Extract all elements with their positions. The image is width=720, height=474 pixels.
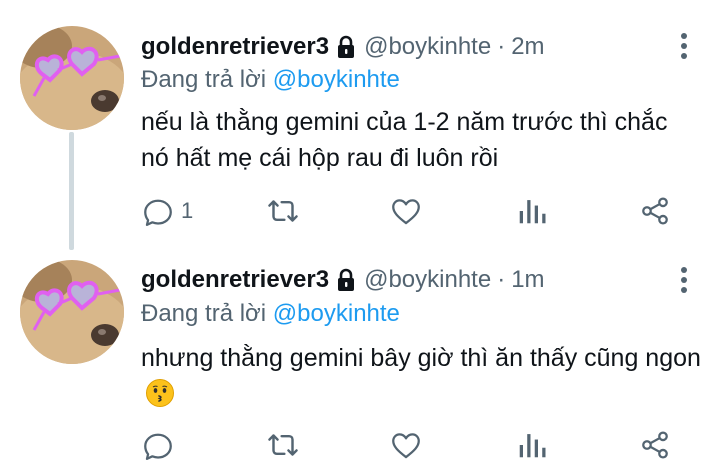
tweet-header: goldenretriever3 @boykinhte · 1m [141,263,545,297]
more-vertical-icon[interactable] [678,30,690,62]
reply-icon [144,199,172,227]
handle[interactable]: @boykinhte [364,33,491,61]
avatar[interactable] [20,260,124,364]
tweet-text: nhưng thằng gemini bây giờ thì ăn thấy c… [141,340,701,412]
share-button[interactable] [639,193,671,229]
kissing-face-emoji [146,379,174,407]
reply-count: 1 [181,198,194,223]
tweet-text: nếu là thằng gemini của 1-2 năm trước th… [141,108,668,172]
share-button[interactable] [639,427,671,463]
display-name[interactable]: goldenretriever3 [141,266,329,294]
views-button[interactable] [517,193,547,229]
reply-button[interactable]: 1 [141,193,193,229]
like-icon [392,199,420,225]
thread-line [69,132,74,250]
reply-icon [144,433,172,461]
avatar-dog-image [20,26,124,130]
reply-mention-link[interactable]: @boykinhte [273,66,400,93]
tweet-text-content: nhưng thằng gemini bây giờ thì ăn thấy c… [141,344,701,372]
separator-dot: · [497,266,506,293]
replying-to-label: Đang trả lời [141,66,267,93]
more-vertical-icon[interactable] [678,264,690,296]
replying-to: Đang trả lời @boykinhte [141,66,400,94]
share-icon [642,197,668,225]
share-icon [642,431,668,459]
lock-icon [336,35,356,59]
replying-to-label: Đang trả lời [141,300,267,327]
tweet[interactable]: goldenretriever3 @boykinhte · 2m Đang tr… [0,0,720,250]
separator-dot: · [497,33,506,60]
views-icon [519,434,546,458]
timestamp[interactable]: 1m [511,266,544,294]
timestamp[interactable]: 2m [511,33,544,61]
retweet-button[interactable] [264,193,302,229]
handle[interactable]: @boykinhte [364,266,491,294]
tweet[interactable]: goldenretriever3 @boykinhte · 1m Đang tr… [0,240,720,474]
like-button[interactable] [389,427,423,463]
avatar[interactable] [20,26,124,130]
tweet-header: goldenretriever3 @boykinhte · 2m [141,30,545,64]
like-icon [392,433,420,459]
retweet-icon [268,434,298,456]
reply-button[interactable] [141,427,181,463]
retweet-button[interactable] [264,427,302,463]
action-bar [0,427,720,463]
replying-to: Đang trả lời @boykinhte [141,300,400,328]
views-icon [519,200,546,224]
lock-icon [336,268,356,292]
views-button[interactable] [517,427,547,463]
retweet-icon [268,200,298,222]
action-bar: 1 [0,193,720,229]
display-name[interactable]: goldenretriever3 [141,33,329,61]
avatar-dog-image [20,260,124,364]
like-button[interactable] [389,193,423,229]
reply-mention-link[interactable]: @boykinhte [273,300,400,327]
